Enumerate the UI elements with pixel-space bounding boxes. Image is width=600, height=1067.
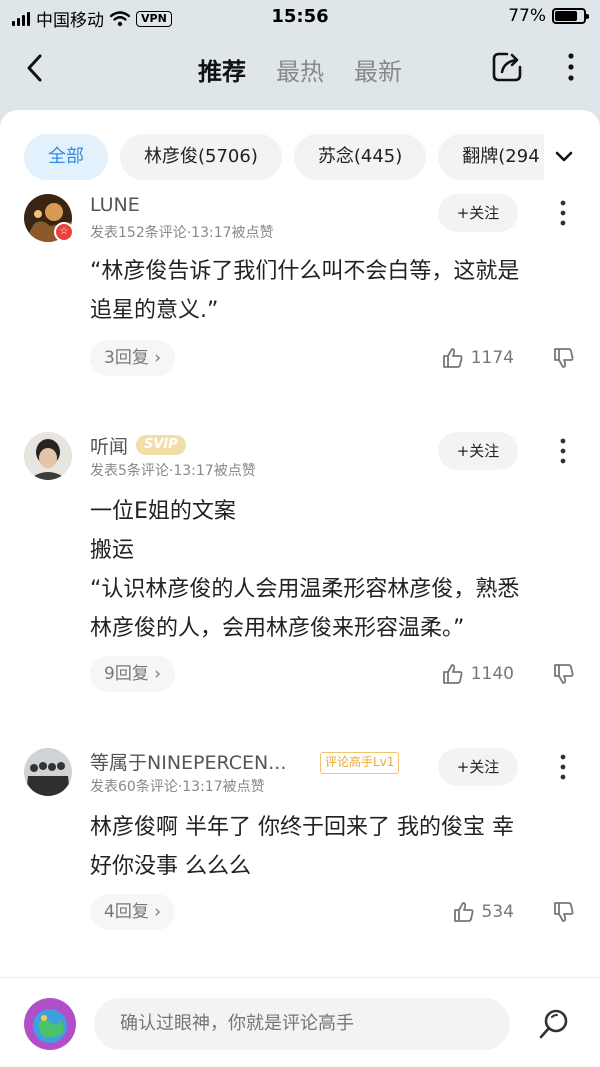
tab-newest[interactable]: 最新 xyxy=(354,52,402,87)
chevron-down-icon[interactable] xyxy=(552,144,576,168)
like-count: 1174 xyxy=(470,348,514,368)
follow-button[interactable]: +关注 xyxy=(438,432,518,470)
comment-line: 林彦俊的人，会用林彦俊来形容温柔。” xyxy=(90,616,465,641)
thumb-up-icon xyxy=(453,902,474,922)
follow-button[interactable]: +关注 xyxy=(438,194,518,232)
replies-button[interactable]: 4回复 › xyxy=(90,894,176,930)
comments-sheet: 全部 林彦俊(5706) 苏念(445) 翻牌(294 ☆ LUNE 发表152… xyxy=(0,110,600,1067)
replies-button[interactable]: 3回复 › xyxy=(90,340,176,376)
chip-fanpai[interactable]: 翻牌(294 xyxy=(438,134,544,180)
share-icon[interactable] xyxy=(490,50,524,84)
thumb-up-icon xyxy=(442,348,463,368)
thumb-down-icon[interactable] xyxy=(552,900,576,924)
filter-chips: 全部 林彦俊(5706) 苏念(445) 翻牌(294 xyxy=(24,134,544,180)
header: 推荐 最热 最新 xyxy=(0,34,600,102)
comment-meta: 发表152条评论·13:17被点赞 xyxy=(90,225,274,241)
comment-line: “认识林彦俊的人会用温柔形容林彦俊，熟悉 xyxy=(90,577,520,602)
verified-badge-icon: ☆ xyxy=(54,222,74,242)
status-bar: 中国移动 VPN 15:56 77% xyxy=(0,0,600,34)
follow-button[interactable]: +关注 xyxy=(438,748,518,786)
username[interactable]: LUNE xyxy=(90,194,140,216)
tab-hottest[interactable]: 最热 xyxy=(276,52,324,87)
more-icon[interactable] xyxy=(566,52,576,82)
comment-item: 听闻 SVIP 发表5条评论·13:17被点赞 +关注 一位E姐的文案 搬运 “… xyxy=(0,432,600,692)
replies-button[interactable]: 9回复 › xyxy=(90,656,176,692)
avatar[interactable] xyxy=(24,432,72,480)
comment-body: “林彦俊告诉了我们什么叫不会白等，这就是 追星的意义.” xyxy=(90,252,580,330)
chip-all[interactable]: 全部 xyxy=(24,134,108,180)
battery-icon xyxy=(552,8,589,24)
more-icon[interactable] xyxy=(560,200,566,226)
more-icon[interactable] xyxy=(560,438,566,464)
svip-badge: SVIP xyxy=(136,435,186,455)
username[interactable]: 等属于NINEPERCEN... xyxy=(90,748,286,775)
like-count: 1140 xyxy=(470,664,514,684)
comment-body: 林彦俊啊 半年了 你终于回来了 我的俊宝 幸 好你没事 么么么 xyxy=(90,808,580,886)
my-avatar[interactable] xyxy=(24,998,76,1050)
like-button[interactable]: 534 xyxy=(452,900,514,924)
status-right: 77% xyxy=(508,6,589,26)
comment-meta: 发表60条评论·13:17被点赞 xyxy=(90,779,265,795)
comment-item: ☆ LUNE 发表152条评论·13:17被点赞 +关注 “林彦俊告诉了我们什么… xyxy=(0,194,600,394)
comment-item: 等属于NINEPERCEN... 评论高手Lv1 发表60条评论·13:17被点… xyxy=(0,748,600,948)
comment-body: 一位E姐的文案 搬运 “认识林彦俊的人会用温柔形容林彦俊，熟悉 林彦俊的人，会用… xyxy=(90,492,580,648)
level-badge: 评论高手Lv1 xyxy=(320,752,400,774)
tab-recommended[interactable]: 推荐 xyxy=(198,52,246,87)
comment-line: “林彦俊告诉了我们什么叫不会白等，这就是 xyxy=(90,259,520,284)
thumb-up-icon xyxy=(442,664,463,684)
filter-row: 全部 林彦俊(5706) 苏念(445) 翻牌(294 xyxy=(0,134,600,180)
comment-line: 追星的意义.” xyxy=(90,298,219,323)
thumb-down-icon[interactable] xyxy=(552,662,576,686)
comment-line: 好你没事 么么么 xyxy=(90,854,251,879)
comment-input[interactable] xyxy=(94,998,510,1050)
more-icon[interactable] xyxy=(560,754,566,780)
comment-composer xyxy=(0,977,600,1067)
comment-line: 林彦俊啊 半年了 你终于回来了 我的俊宝 幸 xyxy=(90,815,514,840)
like-button[interactable]: 1140 xyxy=(441,662,514,686)
comment-line: 搬运 xyxy=(90,538,135,563)
comment-meta: 发表5条评论·13:17被点赞 xyxy=(90,463,256,479)
like-button[interactable]: 1174 xyxy=(441,346,514,370)
avatar[interactable] xyxy=(24,748,72,796)
username[interactable]: 听闻 xyxy=(90,432,128,459)
thumb-down-icon[interactable] xyxy=(552,346,576,370)
battery-fill xyxy=(555,11,577,21)
like-count: 534 xyxy=(481,902,514,922)
chip-su-nian[interactable]: 苏念(445) xyxy=(293,134,427,180)
comment-line: 一位E姐的文案 xyxy=(90,499,236,524)
battery-percent: 77% xyxy=(508,6,546,26)
chip-lin-yanjun[interactable]: 林彦俊(5706) xyxy=(120,134,282,180)
search-icon[interactable] xyxy=(536,1006,572,1042)
